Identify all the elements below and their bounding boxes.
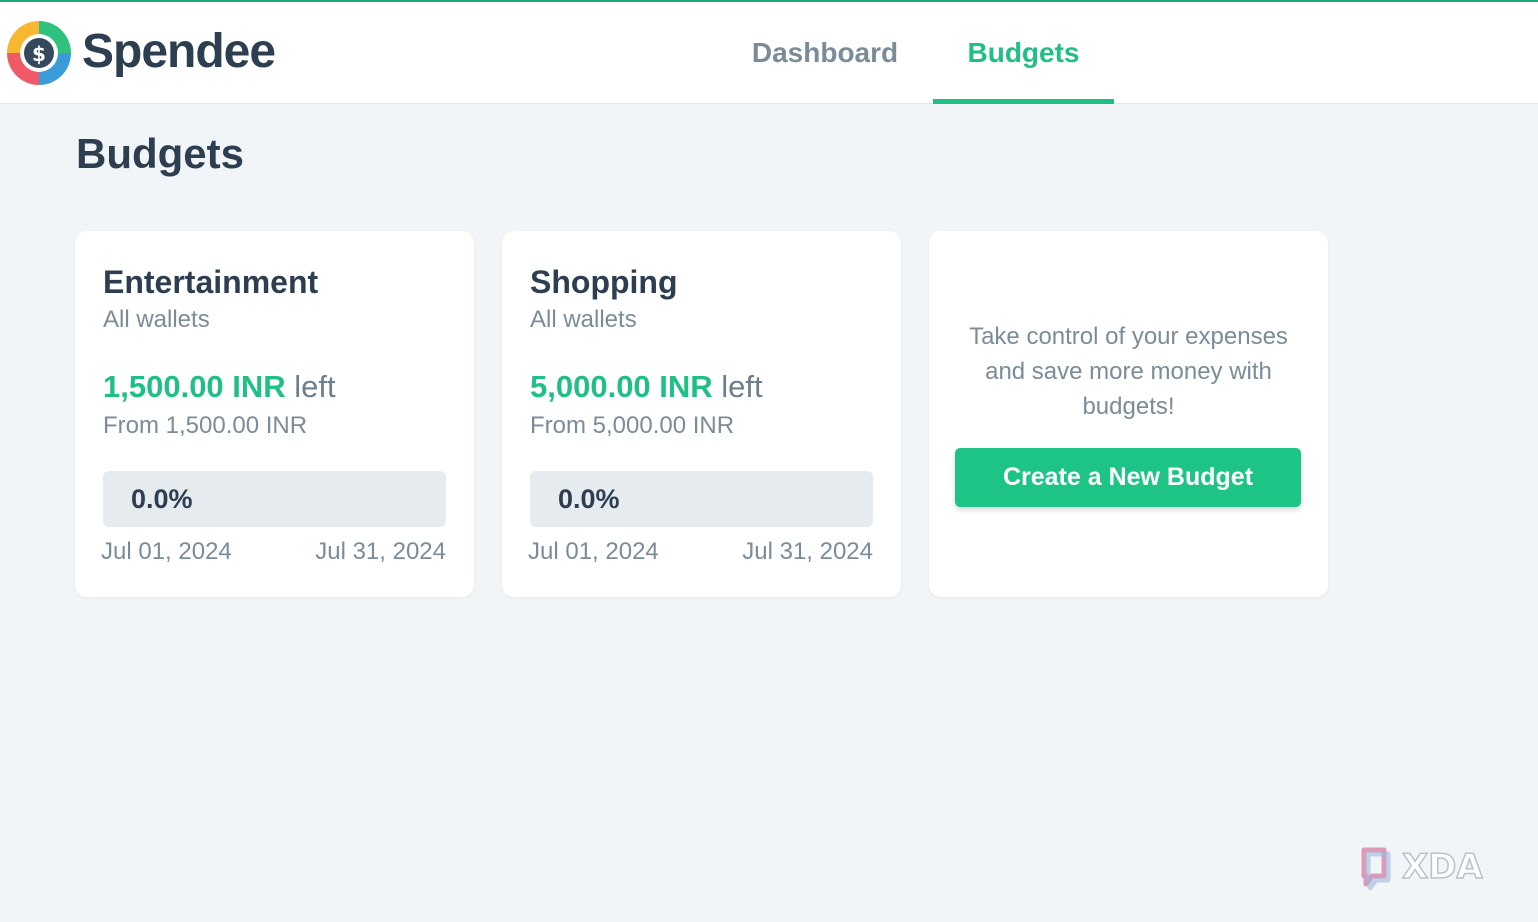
svg-text:$: $: [32, 42, 46, 66]
create-budget-promo-text: Take control of your expenses and save m…: [969, 323, 1288, 420]
tab-dashboard[interactable]: Dashboard: [734, 2, 916, 104]
budget-left-label: left: [294, 369, 336, 404]
budget-end-date: Jul 31, 2024: [742, 538, 873, 565]
budget-wallets: All wallets: [530, 306, 637, 333]
active-tab-indicator: [933, 99, 1114, 104]
tab-budgets[interactable]: Budgets: [933, 2, 1114, 104]
dollar-coin-icon: $: [7, 21, 71, 85]
budget-remaining-amount: 5,000.00 INR: [530, 369, 713, 404]
watermark-text: XDA: [1402, 847, 1483, 887]
xda-logo-icon: XDA: [1361, 846, 1484, 890]
budget-name: Shopping: [530, 264, 678, 300]
create-budget-card: Take control of your expenses and save m…: [929, 231, 1328, 597]
budget-remaining-amount: 1,500.00 INR: [103, 369, 286, 404]
tab-budgets-label: Budgets: [967, 37, 1080, 68]
budget-progress-bar: 0.0%: [103, 471, 446, 527]
budget-total: From 5,000.00 INR: [530, 412, 735, 439]
budget-card-shopping[interactable]: Shopping All wallets 5,000.00 INR left F…: [502, 231, 901, 597]
budget-wallets: All wallets: [103, 306, 210, 333]
app-logo-text: Spendee: [82, 25, 276, 78]
create-new-budget-button[interactable]: Create a New Budget: [955, 448, 1301, 507]
budget-progress-bar: 0.0%: [530, 471, 873, 527]
budget-end-date: Jul 31, 2024: [315, 538, 446, 565]
budget-left-label: left: [721, 369, 763, 404]
budget-total: From 1,500.00 INR: [103, 412, 308, 439]
tab-dashboard-label: Dashboard: [751, 37, 899, 68]
budget-progress-label: 0.0%: [131, 484, 193, 514]
budget-card-entertainment[interactable]: Entertainment All wallets 1,500.00 INR l…: [75, 231, 474, 597]
budget-start-date: Jul 01, 2024: [101, 538, 232, 565]
budget-remaining-line: 1,500.00 INR left: [103, 367, 336, 407]
budget-start-date: Jul 01, 2024: [528, 538, 659, 565]
page-title: Budgets: [76, 130, 244, 177]
budget-progress-label: 0.0%: [558, 484, 620, 514]
budget-name: Entertainment: [103, 264, 319, 300]
budget-remaining-line: 5,000.00 INR left: [530, 367, 763, 407]
top-nav-bar: $ Spendee Dashboard Budgets: [0, 2, 1538, 104]
